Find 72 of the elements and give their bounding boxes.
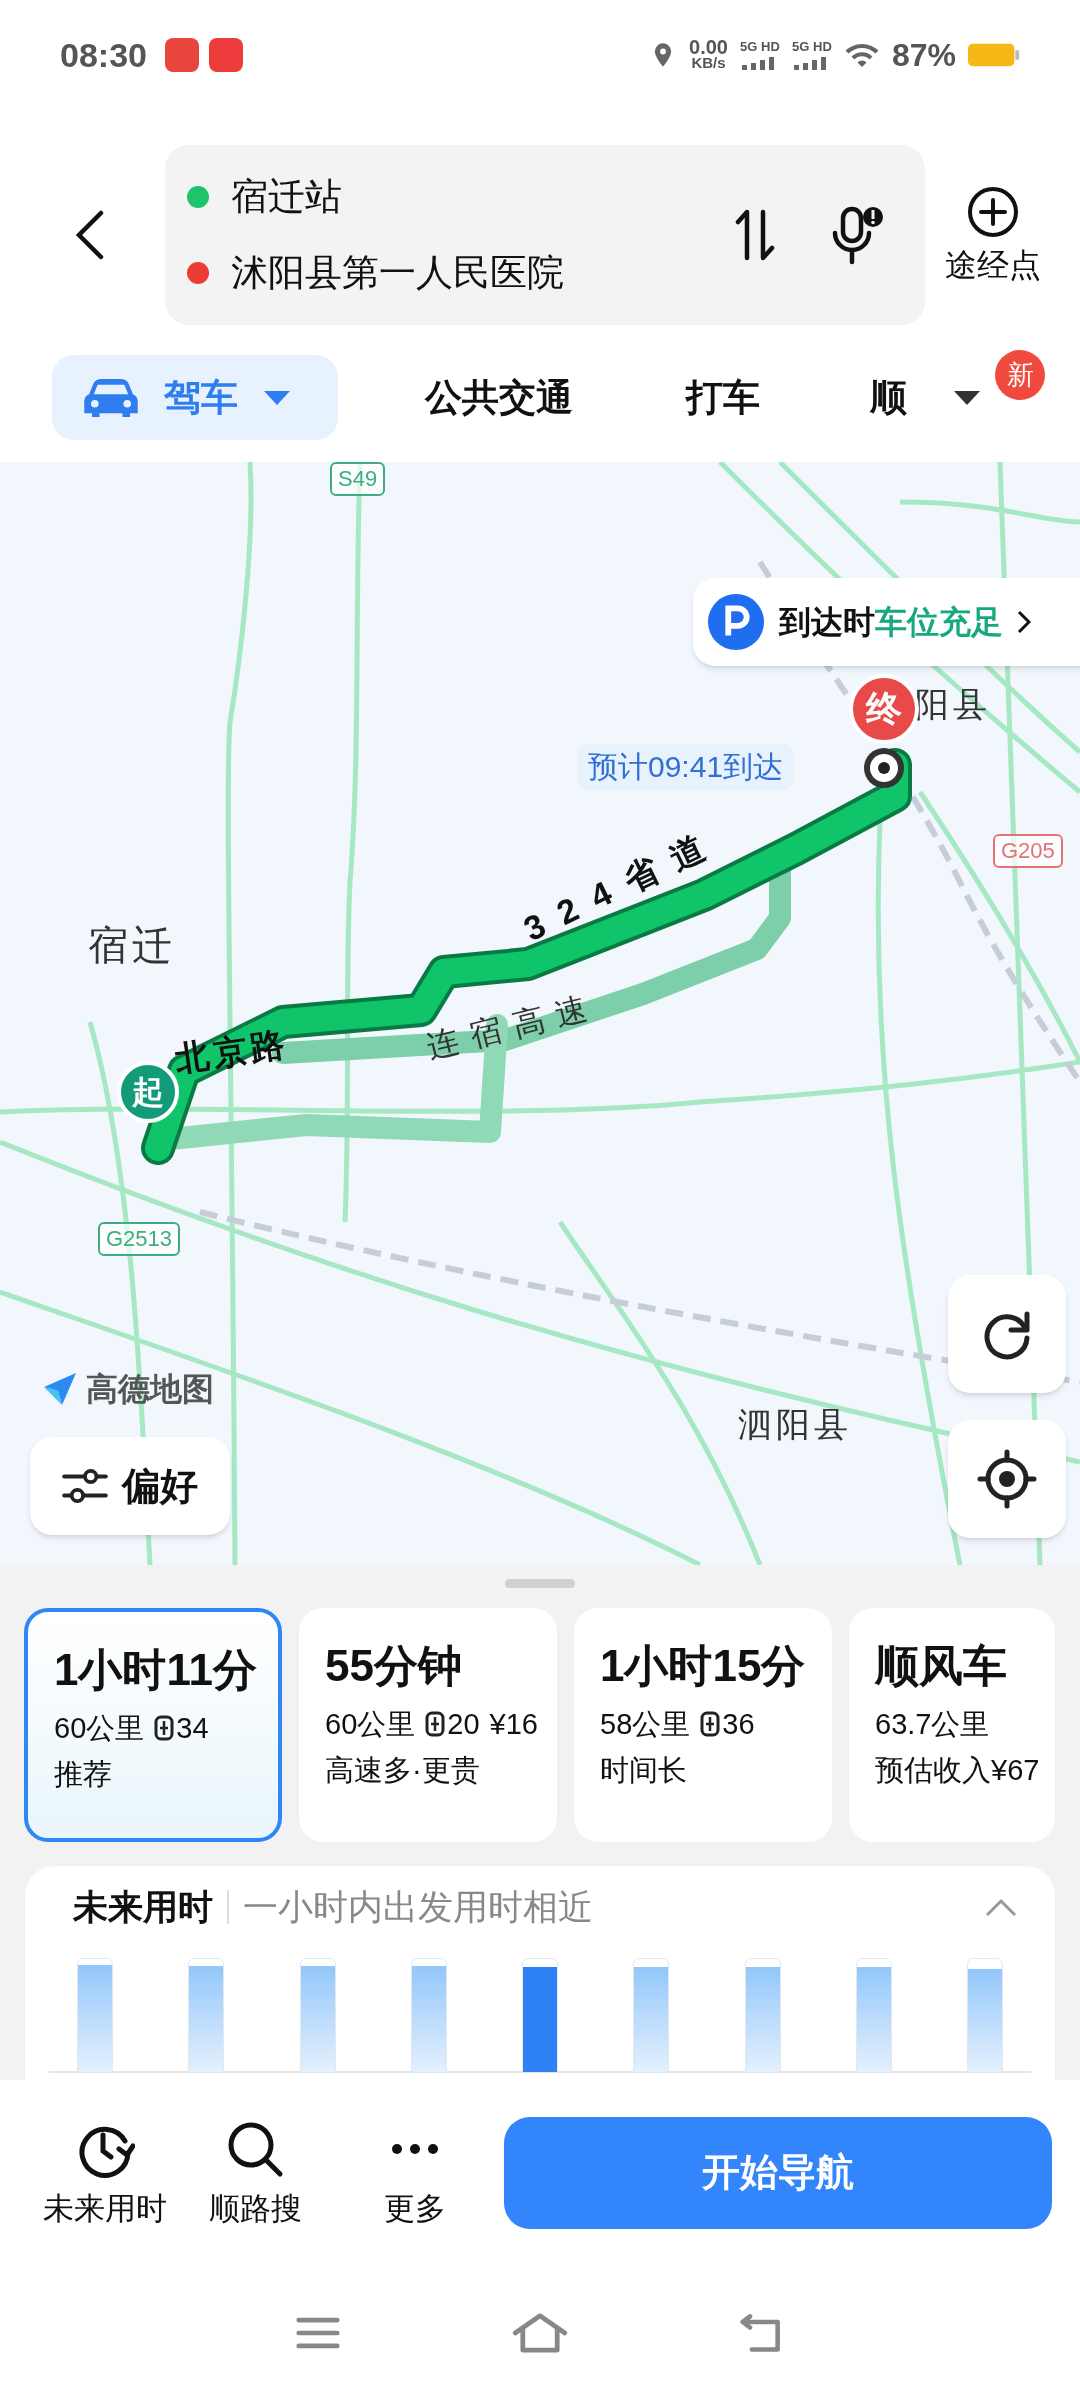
swap-icon[interactable] <box>735 208 775 262</box>
toll-count: 34 <box>176 1711 209 1746</box>
route-duration: 55分钟 <box>325 1640 463 1692</box>
toll-icon <box>154 1715 175 1741</box>
road-label: 连宿高速 <box>423 989 603 1063</box>
network-type: 5G HD <box>740 39 780 54</box>
battery-icon <box>968 42 1020 68</box>
route-duration: 1小时11分 <box>54 1644 258 1696</box>
caret-down-icon <box>952 388 982 407</box>
destination-field[interactable]: 沭阳县第一人民医院 <box>231 251 564 295</box>
origin-field[interactable]: 宿迁站 <box>231 175 342 219</box>
refresh-button[interactable] <box>948 1275 1066 1393</box>
route-option-card[interactable]: 1小时11分 60公里 34 推荐 <box>24 1608 282 1842</box>
car-icon <box>82 376 140 419</box>
endpoint-dot-icon <box>864 748 904 788</box>
toolbar-button[interactable]: 未来用时 <box>30 2118 180 2227</box>
preference-button[interactable]: 偏好 <box>30 1437 230 1535</box>
time-bar-track[interactable] <box>967 1958 1003 2073</box>
network-speed-unit: KB/s <box>691 55 726 71</box>
transport-mode-tab[interactable]: 顺 <box>870 355 907 440</box>
route-duration: 1小时15分 <box>600 1640 807 1692</box>
caret-down-icon <box>262 388 292 407</box>
transport-mode-tab[interactable]: 公共交通 <box>425 355 573 440</box>
locate-icon <box>977 1449 1037 1509</box>
transport-mode-tab[interactable]: 打车 <box>686 355 760 440</box>
chevron-up-icon[interactable] <box>985 1897 1017 1917</box>
toll-count: 36 <box>722 1707 755 1742</box>
route-option-card[interactable]: 55分钟 60公里 20 ¥16 高速多·更贵 <box>299 1608 557 1842</box>
route-distance: 63.7公里 <box>875 1707 990 1742</box>
arrival-time-label: 预计09:41到达 <box>578 744 794 790</box>
route-option-card[interactable]: 顺风车 63.7公里 预估收入¥67 <box>849 1608 1055 1842</box>
panel-subtitle: 一小时内出发用时相近 <box>243 1885 594 1928</box>
clock-time: 08:30 <box>60 34 147 76</box>
toolbar-button[interactable]: 顺路搜 <box>180 2118 330 2227</box>
route-distance: 58公里 <box>600 1707 691 1742</box>
route-note: 推荐 <box>54 1757 113 1792</box>
parking-icon <box>707 593 765 651</box>
route-note: 高速多·更贵 <box>325 1753 481 1788</box>
highway-shield: G205 <box>993 834 1063 868</box>
toll-fee: ¥16 <box>489 1707 538 1742</box>
parking-info-button[interactable]: 到达时车位充足 <box>693 578 1080 666</box>
panel-title: 未来用时 <box>73 1885 213 1928</box>
place-label: 泗阳县 <box>738 1407 852 1441</box>
drag-handle[interactable] <box>505 1579 575 1588</box>
home-icon[interactable] <box>511 2311 569 2354</box>
route-option-card[interactable]: 1小时15分 58公里 36 时间长 <box>574 1608 832 1842</box>
battery-percent: 87% <box>891 36 956 75</box>
locate-button[interactable] <box>948 1420 1066 1538</box>
route-distance: 60公里 <box>325 1707 416 1742</box>
sliders-icon <box>62 1467 108 1505</box>
network-type: 5G HD <box>792 39 832 54</box>
toll-count: 20 <box>447 1707 480 1742</box>
chevron-right-icon <box>1017 610 1031 634</box>
highway-shield: S49 <box>330 462 386 496</box>
map-logo-text: 高德地图 <box>86 1370 214 1409</box>
toll-icon <box>700 1711 721 1737</box>
route-note: 时间长 <box>600 1753 688 1788</box>
app-notification-icon <box>208 38 243 72</box>
toolbar-button[interactable]: 更多 <box>330 2118 500 2227</box>
toll-icon <box>425 1711 446 1737</box>
highway-shield: G2513 <box>98 1222 181 1256</box>
place-label: 宿迁 <box>88 925 176 965</box>
plus-icon <box>967 186 1019 238</box>
network-speed: 0.00 <box>689 39 728 55</box>
new-badge: 新 <box>995 350 1045 400</box>
add-waypoint-button[interactable]: 途经点 <box>945 186 1041 284</box>
route-note: 预估收入¥67 <box>875 1753 1041 1788</box>
route-duration: 顺风车 <box>875 1640 1008 1692</box>
route-distance: 60公里 <box>54 1711 145 1746</box>
app-notification-icon <box>164 38 199 72</box>
back-icon[interactable] <box>75 210 105 260</box>
start-navigation-button[interactable]: 开始导航 <box>504 2116 1052 2229</box>
